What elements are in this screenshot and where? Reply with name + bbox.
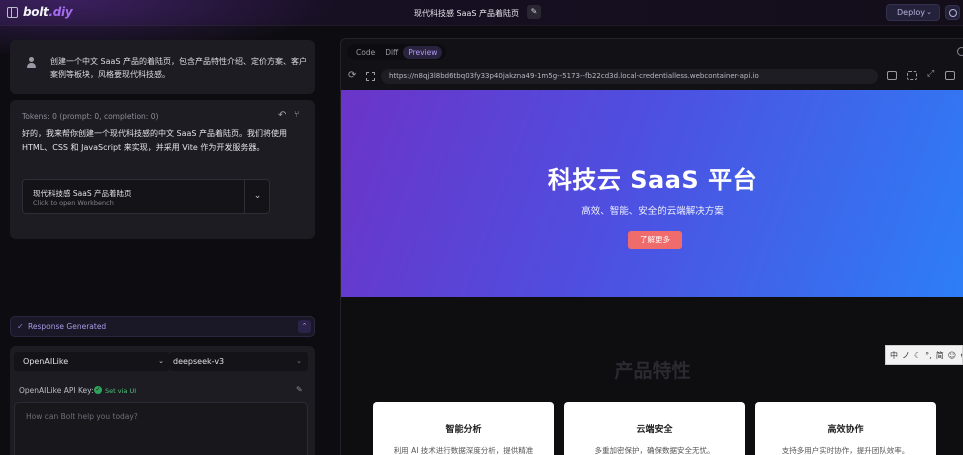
check-icon: ✓ (17, 322, 24, 331)
top-bar: bolt.diy 现代科技感 SaaS 产品着陆页 ✎ Deploy ⌄ (0, 0, 963, 60)
sidebar-toggle-icon[interactable] (7, 7, 18, 18)
provider-value: OpenAILike (23, 357, 69, 366)
preview-address-bar: ⟳ https://n8qj3l8bd6tbq03fy33p40jakzna49… (341, 66, 963, 88)
artifact-card[interactable]: 现代科技感 SaaS 产品着陆页 Click to open Workbench… (22, 179, 270, 214)
chevron-down-icon: ⌄ (253, 191, 262, 201)
artifact-subtitle: Click to open Workbench (33, 199, 114, 207)
chat-input[interactable]: How can Bolt help you today? (14, 402, 308, 455)
ime-mode[interactable]: 中 (890, 350, 898, 361)
pencil-icon: ✎ (530, 7, 538, 16)
hero-section: 科技云 SaaS 平台 高效、智能、安全的云端解决方案 了解更多 (341, 90, 963, 297)
feature-name: 云端安全 (636, 425, 673, 435)
assistant-message: Tokens: 0 (prompt: 0, completion: 0) ↶ ⑂… (10, 100, 315, 239)
ime-toolbar[interactable]: 中 ノ ☾ °, 简 ☺ ⚙ (885, 345, 963, 365)
artifact-expand-button[interactable]: ⌄ (244, 180, 270, 213)
chevron-down-icon: ⌄ (926, 8, 932, 16)
feature-card: 高效协作 支持多用户实时协作，提升团队效率。 (755, 402, 936, 455)
workbench: Code Diff Preview ⟳ https://n8qj3l8bd6tb… (340, 38, 963, 455)
user-menu-button[interactable] (945, 5, 960, 20)
response-generated-bar[interactable]: ✓ Response Generated ⌃ (10, 316, 315, 337)
model-select[interactable]: deepseek-v3 ⌄ (170, 352, 308, 371)
deploy-label: Deploy (897, 8, 926, 17)
chevron-up-icon[interactable]: ⌃ (298, 320, 311, 333)
fullscreen-icon[interactable]: ⤢ (927, 69, 937, 79)
external-link-icon[interactable] (945, 71, 955, 80)
provider-select[interactable]: OpenAILike ⌄ (14, 352, 170, 371)
features-title: 产品特性 (614, 360, 691, 382)
preview-url-field[interactable]: https://n8qj3l8bd6tbq03fy33p40jakzna49-1… (381, 69, 878, 84)
preview-frame: 科技云 SaaS 平台 高效、智能、安全的云端解决方案 了解更多 产品特性 智能… (341, 90, 963, 455)
chevron-down-icon: ⌄ (296, 357, 302, 365)
moon-icon[interactable]: ☾ (914, 351, 921, 360)
tab-diff[interactable]: Diff (380, 46, 403, 59)
api-key-label: OpenAILike API Key: (19, 386, 94, 395)
prompt-panel: OpenAILike ⌄ deepseek-v3 ⌄ OpenAILike AP… (10, 346, 315, 455)
edit-title-button[interactable]: ✎ (527, 5, 541, 19)
feature-desc: 多重加密保护，确保数据安全无忧。 (594, 446, 715, 455)
reload-icon[interactable]: ⟳ (348, 70, 356, 81)
device-icon[interactable] (887, 71, 897, 80)
user-message: 创建一个中文 SaaS 产品的着陆页，包含产品特性介绍、定价方案、客户案例等板块… (10, 40, 315, 94)
fork-icon[interactable]: ⑂ (294, 110, 299, 120)
assistant-message-text: 好的，我来帮你创建一个现代科技感的中文 SaaS 产品着陆页。我们将使用 HTM… (22, 129, 288, 152)
response-status: Response Generated (28, 322, 107, 331)
learn-more-button[interactable]: 了解更多 (628, 231, 682, 249)
artifact-title: 现代科技感 SaaS 产品着陆页 (33, 189, 132, 198)
hero-title: 科技云 SaaS 平台 (547, 166, 758, 194)
feature-desc: 支持多用户实时协作，提升团队效率。 (781, 446, 910, 455)
ime-punct[interactable]: °, (925, 351, 932, 360)
emoji-icon[interactable]: ☺ (948, 351, 956, 360)
api-key-status: Set via UI (105, 387, 137, 395)
ime-shape-icon[interactable]: ノ (902, 350, 910, 361)
feature-desc: 利用 AI 技术进行数据深度分析，提供精准 (393, 446, 534, 455)
element-select-icon[interactable] (366, 72, 375, 81)
model-value: deepseek-v3 (173, 357, 225, 366)
token-count: Tokens: 0 (prompt: 0, completion: 0) (22, 112, 159, 121)
inspector-icon[interactable] (907, 71, 917, 80)
tab-code[interactable]: Code (351, 46, 380, 59)
page-title: 现代科技感 SaaS 产品着陆页 (414, 9, 520, 18)
feature-name: 智能分析 (445, 425, 482, 435)
user-message-text: 创建一个中文 SaaS 产品的着陆页，包含产品特性介绍、定价方案、客户案例等板块… (50, 57, 308, 79)
feature-card: 云端安全 多重加密保护，确保数据安全无忧。 (564, 402, 745, 455)
chat-input-placeholder: How can Bolt help you today? (26, 412, 138, 421)
check-circle-icon: ✓ (94, 386, 102, 394)
chevron-down-icon: ⌄ (158, 357, 164, 365)
app-logo[interactable]: bolt.diy (23, 5, 73, 19)
feature-name: 高效协作 (827, 425, 864, 435)
hero-subtitle: 高效、智能、安全的云端解决方案 (581, 206, 724, 217)
settings-icon[interactable] (957, 47, 963, 56)
tab-preview[interactable]: Preview (403, 45, 443, 59)
pencil-icon[interactable]: ✎ (296, 385, 303, 394)
workbench-tabs: Code Diff Preview (347, 44, 447, 60)
ime-simplified[interactable]: 简 (936, 350, 944, 361)
feature-card: 智能分析 利用 AI 技术进行数据深度分析，提供精准 (373, 402, 554, 455)
user-avatar-icon (26, 57, 37, 68)
deploy-button[interactable]: Deploy ⌄ (886, 4, 940, 21)
rewind-icon[interactable]: ↶ (278, 110, 286, 121)
